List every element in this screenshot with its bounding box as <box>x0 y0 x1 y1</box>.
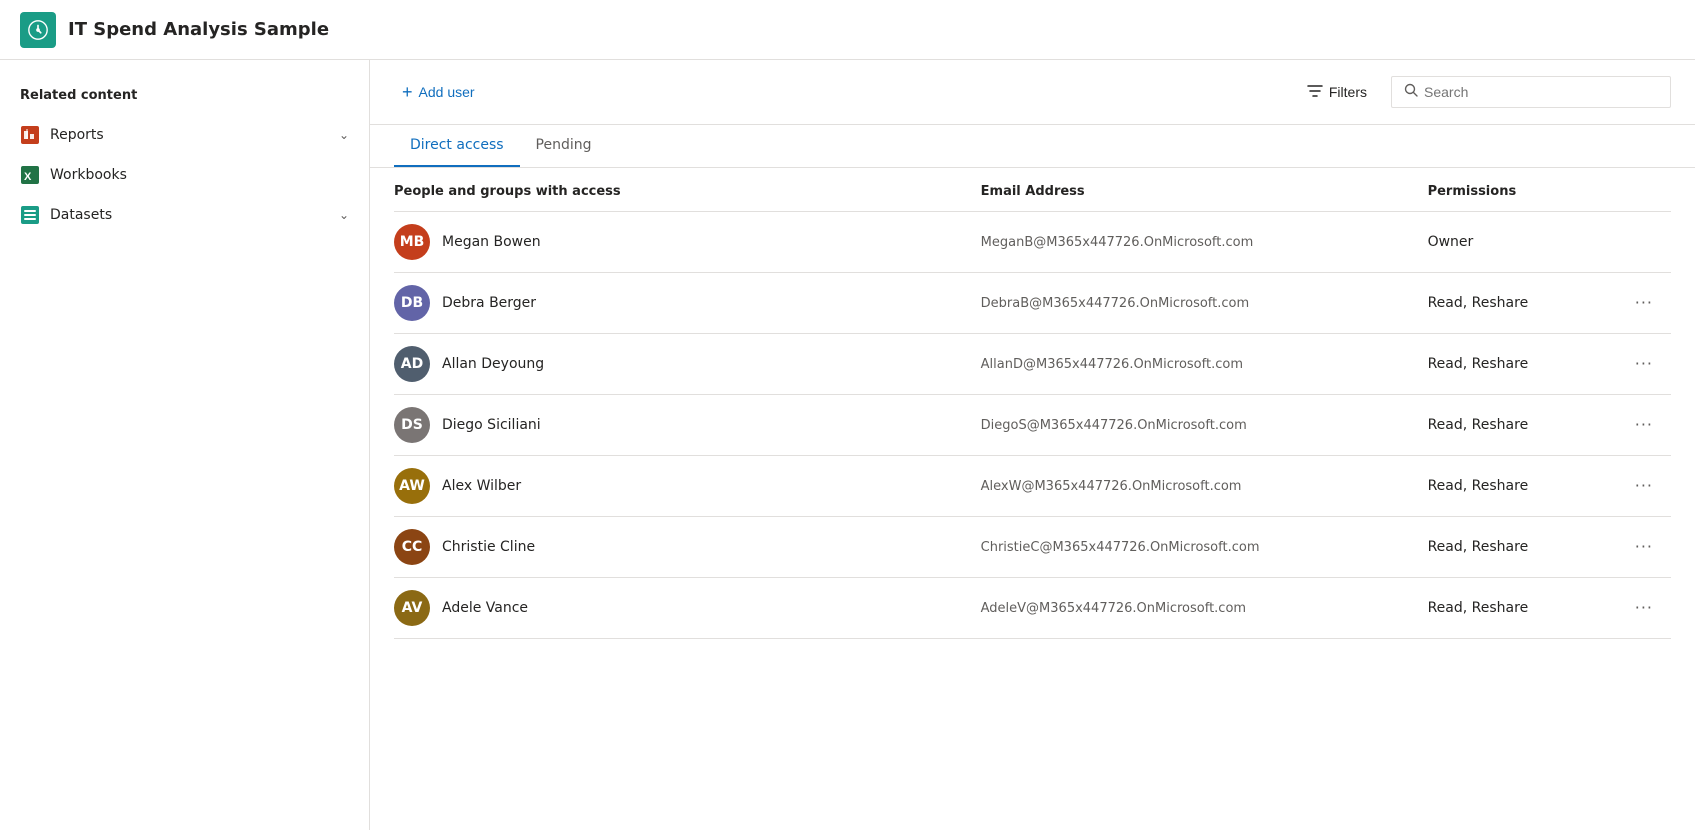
col-header-people: People and groups with access <box>394 168 969 212</box>
sidebar: Related content Reports ⌄ <box>0 60 370 830</box>
email-text: AlexW@M365x447726.OnMicrosoft.com <box>981 479 1242 494</box>
email-cell: AdeleV@M365x447726.OnMicrosoft.com <box>969 578 1416 639</box>
tabs-bar: Direct access Pending <box>370 125 1695 168</box>
email-cell: DiegoS@M365x447726.OnMicrosoft.com <box>969 395 1416 456</box>
content-area: + Add user Filters <box>370 60 1695 830</box>
person-name: Adele Vance <box>442 600 528 616</box>
permissions-text: Read, Reshare <box>1428 478 1529 494</box>
more-options-button[interactable]: ··· <box>1629 352 1659 376</box>
permissions-text: Read, Reshare <box>1428 417 1529 433</box>
more-options-button[interactable]: ··· <box>1629 596 1659 620</box>
person-cell: AD Allan Deyoung <box>394 334 969 395</box>
email-cell: AllanD@M365x447726.OnMicrosoft.com <box>969 334 1416 395</box>
app-icon <box>20 12 56 48</box>
person-cell: DB Debra Berger <box>394 273 969 334</box>
avatar: DS <box>394 407 430 443</box>
datasets-chevron-icon: ⌄ <box>339 208 349 222</box>
sidebar-item-reports[interactable]: Reports ⌄ <box>0 115 369 155</box>
email-cell: ChristieC@M365x447726.OnMicrosoft.com <box>969 517 1416 578</box>
workbooks-icon: X <box>20 165 40 185</box>
person-cell: AV Adele Vance <box>394 578 969 639</box>
table-row: MB Megan Bowen MeganB@M365x447726.OnMicr… <box>394 212 1671 273</box>
person-cell: DS Diego Siciliani <box>394 395 969 456</box>
permissions-cell: Read, Reshare ··· <box>1416 517 1671 578</box>
avatar: MB <box>394 224 430 260</box>
table-row: AV Adele Vance AdeleV@M365x447726.OnMicr… <box>394 578 1671 639</box>
permissions-cell: Read, Reshare ··· <box>1416 273 1671 334</box>
avatar: AW <box>394 468 430 504</box>
reports-icon <box>20 125 40 145</box>
permissions-text: Read, Reshare <box>1428 600 1529 616</box>
add-user-button[interactable]: + Add user <box>394 79 483 105</box>
person-name: Megan Bowen <box>442 234 541 250</box>
email-text: AllanD@M365x447726.OnMicrosoft.com <box>981 357 1243 372</box>
permissions-text: Read, Reshare <box>1428 356 1529 372</box>
email-text: AdeleV@M365x447726.OnMicrosoft.com <box>981 601 1246 616</box>
sidebar-item-datasets[interactable]: Datasets ⌄ <box>0 195 369 235</box>
more-options-button[interactable]: ··· <box>1629 291 1659 315</box>
permissions-cell: Owner <box>1416 212 1671 273</box>
person-cell: AW Alex Wilber <box>394 456 969 517</box>
table-row: AD Allan Deyoung AllanD@M365x447726.OnMi… <box>394 334 1671 395</box>
app-header: IT Spend Analysis Sample <box>0 0 1695 60</box>
email-text: ChristieC@M365x447726.OnMicrosoft.com <box>981 540 1260 555</box>
email-cell: MeganB@M365x447726.OnMicrosoft.com <box>969 212 1416 273</box>
email-text: DebraB@M365x447726.OnMicrosoft.com <box>981 296 1250 311</box>
tab-pending[interactable]: Pending <box>520 125 608 167</box>
avatar: CC <box>394 529 430 565</box>
permissions-cell: Read, Reshare ··· <box>1416 395 1671 456</box>
email-cell: DebraB@M365x447726.OnMicrosoft.com <box>969 273 1416 334</box>
permissions-text: Owner <box>1428 234 1474 250</box>
permissions-text: Read, Reshare <box>1428 295 1529 311</box>
avatar: AD <box>394 346 430 382</box>
table-row: AW Alex Wilber AlexW@M365x447726.OnMicro… <box>394 456 1671 517</box>
more-options-button[interactable]: ··· <box>1629 474 1659 498</box>
filter-icon <box>1307 83 1323 102</box>
permissions-cell: Read, Reshare ··· <box>1416 334 1671 395</box>
person-name: Alex Wilber <box>442 478 521 494</box>
avatar: AV <box>394 590 430 626</box>
col-header-permissions: Permissions <box>1416 168 1671 212</box>
permissions-cell: Read, Reshare ··· <box>1416 578 1671 639</box>
permissions-text: Read, Reshare <box>1428 539 1529 555</box>
email-text: MeganB@M365x447726.OnMicrosoft.com <box>981 235 1254 250</box>
workbooks-label: Workbooks <box>50 167 349 183</box>
person-name: Diego Siciliani <box>442 417 541 433</box>
email-cell: AlexW@M365x447726.OnMicrosoft.com <box>969 456 1416 517</box>
person-cell: MB Megan Bowen <box>394 212 969 273</box>
person-name: Debra Berger <box>442 295 536 311</box>
person-name: Christie Cline <box>442 539 535 555</box>
page-title: IT Spend Analysis Sample <box>68 19 329 40</box>
search-area[interactable] <box>1391 76 1671 108</box>
reports-label: Reports <box>50 127 339 143</box>
svg-text:X: X <box>24 171 32 183</box>
permissions-cell: Read, Reshare ··· <box>1416 456 1671 517</box>
filters-button[interactable]: Filters <box>1299 79 1375 106</box>
datasets-label: Datasets <box>50 207 339 223</box>
sidebar-section-title: Related content <box>0 80 369 115</box>
reports-chevron-icon: ⌄ <box>339 128 349 142</box>
datasets-icon <box>20 205 40 225</box>
email-text: DiegoS@M365x447726.OnMicrosoft.com <box>981 418 1247 433</box>
more-options-button[interactable]: ··· <box>1629 413 1659 437</box>
person-name: Allan Deyoung <box>442 356 544 372</box>
table-row: DB Debra Berger DebraB@M365x447726.OnMic… <box>394 273 1671 334</box>
sidebar-item-workbooks[interactable]: X Workbooks <box>0 155 369 195</box>
plus-icon: + <box>402 83 413 101</box>
table-row: DS Diego Siciliani DiegoS@M365x447726.On… <box>394 395 1671 456</box>
more-options-button[interactable]: ··· <box>1629 535 1659 559</box>
search-input[interactable] <box>1424 84 1658 100</box>
col-header-email: Email Address <box>969 168 1416 212</box>
users-table-container: People and groups with access Email Addr… <box>370 168 1695 830</box>
person-cell: CC Christie Cline <box>394 517 969 578</box>
toolbar: + Add user Filters <box>370 60 1695 125</box>
search-icon <box>1404 83 1418 101</box>
avatar: DB <box>394 285 430 321</box>
tab-direct-access[interactable]: Direct access <box>394 125 520 167</box>
users-table: People and groups with access Email Addr… <box>394 168 1671 639</box>
table-row: CC Christie Cline ChristieC@M365x447726.… <box>394 517 1671 578</box>
table-header-row: People and groups with access Email Addr… <box>394 168 1671 212</box>
